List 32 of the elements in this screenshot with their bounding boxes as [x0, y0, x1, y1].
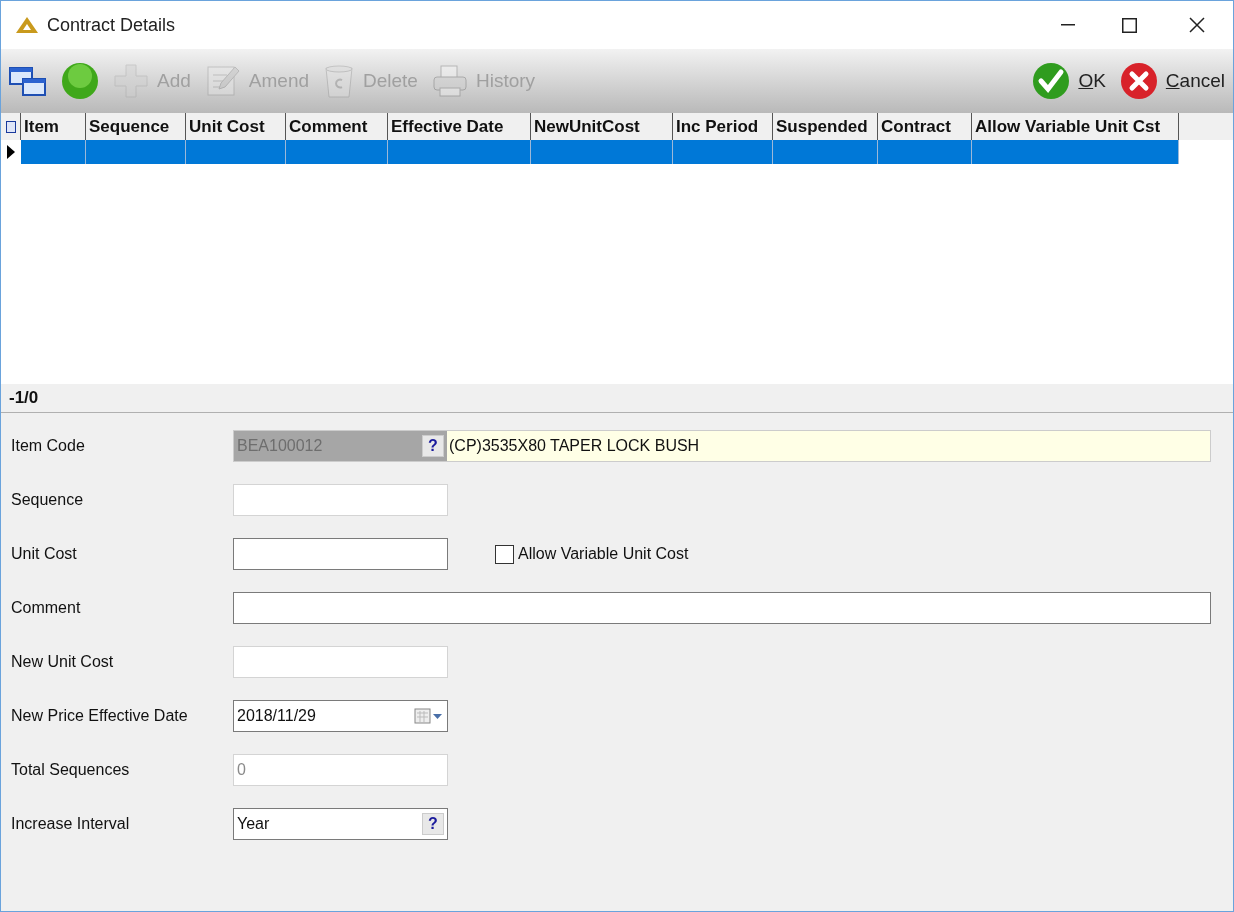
bin-icon [323, 63, 355, 99]
field-label: Comment [10, 598, 82, 618]
field-label: Increase Interval [10, 814, 131, 834]
checkbox-label: Allow Variable Unit Cost [518, 544, 689, 564]
field-label: New Price Effective Date [10, 706, 189, 726]
close-icon[interactable] [1189, 17, 1205, 33]
field-label: Unit Cost [10, 544, 78, 564]
maximize-icon[interactable] [1122, 17, 1137, 33]
interval-field[interactable]: Year ? [233, 808, 448, 840]
date-field[interactable]: 2018/11/29 [233, 700, 448, 732]
checkmark-icon [1032, 62, 1071, 100]
toolbar-button[interactable]: OK [1028, 59, 1110, 103]
calendar-icon[interactable] [414, 708, 444, 724]
plus-icon [113, 63, 149, 99]
circle-icon [61, 62, 99, 100]
checkbox[interactable] [495, 544, 514, 564]
printer-icon [431, 64, 468, 98]
minimize-icon[interactable] [1061, 24, 1075, 26]
field-label: New Unit Cost [10, 652, 115, 672]
field-label: Sequence [10, 490, 85, 510]
windows-icon [9, 64, 47, 98]
field-label: Item Code [10, 436, 86, 456]
text-field[interactable] [233, 538, 448, 570]
toolbar-button[interactable]: Cancel [1115, 59, 1229, 103]
window-title: Contract Details [47, 13, 176, 37]
field-label: Total Sequences [10, 760, 131, 780]
text-field[interactable] [233, 592, 1211, 624]
app-logo-icon [15, 16, 39, 34]
cancel-icon [1119, 62, 1158, 100]
pencil-icon [204, 63, 241, 99]
record-counter: -1/0 [9, 387, 39, 410]
help-button[interactable]: ? [422, 813, 444, 835]
